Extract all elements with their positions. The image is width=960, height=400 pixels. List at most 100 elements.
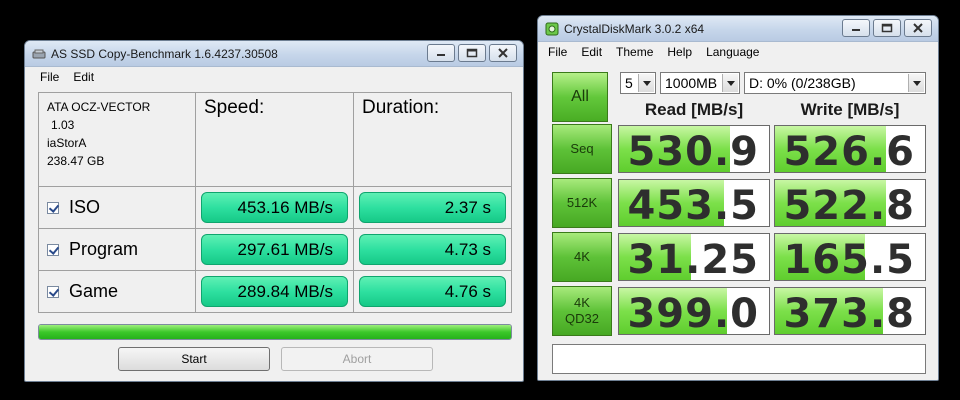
menubar: File Edit [25,67,523,87]
size-select[interactable]: 1000MB [660,72,740,94]
program-speed: 297.61 MB/s [201,234,348,265]
4k-qd32-read-score: 399.0 [618,287,770,335]
iso-speed-cell: 453.16 MB/s [195,186,354,229]
program-duration: 4.73 s [359,234,506,265]
disk-icon [545,22,559,36]
drive-model: ATA OCZ-VECTOR [47,100,151,114]
seq-read-value: 530.9 [627,129,759,173]
4k-read-value: 31.25 [627,237,759,281]
close-icon [913,23,923,33]
game-duration: 4.76 s [359,276,506,307]
menubar: File Edit Theme Help Language [538,42,938,62]
as-ssd-window: AS SSD Copy-Benchmark 1.6.4237.30508 Fil… [24,40,524,382]
4k-qd32-label-line1: 4K [574,295,590,310]
menu-help[interactable]: Help [660,45,699,59]
seq-label: Seq [570,141,594,156]
4k-write-score: 165.5 [774,233,926,281]
program-checkbox[interactable] [47,243,59,256]
menu-file[interactable]: File [541,45,574,59]
4k-write-value: 165.5 [783,237,915,281]
read-header: Read [MB/s] [644,100,744,119]
game-speed: 289.84 MB/s [201,276,348,307]
512k-test-button[interactable]: 512K [552,178,612,228]
drive-value: D: 0% (0/238GB) [749,75,856,91]
iso-label: ISO [69,197,101,217]
seq-write-value: 526.6 [783,129,915,173]
progress-fill [39,325,511,339]
program-duration-cell: 4.73 s [353,228,512,271]
drive-info-panel: ATA OCZ-VECTOR 1.03 iaStorA 238.47 GB [38,92,196,187]
4k-qd32-write-score: 373.8 [774,287,926,335]
window-title: CrystalDiskMark 3.0.2 x64 [564,22,705,36]
game-label: Game [69,281,119,301]
menu-edit[interactable]: Edit [66,70,101,84]
all-button[interactable]: All [552,72,608,122]
menu-edit[interactable]: Edit [574,45,609,59]
crystaldiskmark-window: CrystalDiskMark 3.0.2 x64 File Edit Them… [537,15,939,381]
game-duration-cell: 4.76 s [353,270,512,313]
4k-label: 4K [574,249,590,264]
seq-read-score: 530.9 [618,125,770,173]
minimize-button[interactable] [842,19,870,37]
minimize-icon [852,29,860,31]
abort-button[interactable]: Abort [281,347,433,371]
drive-size: 238.47 GB [47,154,105,168]
results-grid: ATA OCZ-VECTOR 1.03 iaStorA 238.47 GB Sp… [38,92,512,351]
iso-checkbox[interactable] [47,201,59,214]
minimize-button[interactable] [427,44,455,62]
close-icon [498,48,508,58]
count-value: 5 [625,75,633,91]
chevron-down-icon [908,74,924,92]
start-button[interactable]: Start [118,347,270,371]
seq-write-score: 526.6 [774,125,926,173]
maximize-button[interactable] [873,19,901,37]
512k-label: 512K [566,195,598,210]
4k-test-button[interactable]: 4K [552,232,612,282]
512k-write-score: 522.8 [774,179,926,227]
cdm-body: All 5 1000MB D: 0% (0/238GB) Read [MB/s]… [538,62,938,380]
size-value: 1000MB [665,75,718,91]
window-title: AS SSD Copy-Benchmark 1.6.4237.30508 [51,47,278,61]
4k-qd32-test-button[interactable]: 4K QD32 [552,286,612,336]
duration-header: Duration: [353,92,512,187]
4k-qd32-write-value: 373.8 [783,291,915,335]
menu-language[interactable]: Language [699,45,766,59]
close-button[interactable] [904,19,932,37]
minimize-icon [437,54,445,56]
as-ssd-titlebar[interactable]: AS SSD Copy-Benchmark 1.6.4237.30508 [25,41,523,67]
drive-select[interactable]: D: 0% (0/238GB) [744,72,926,94]
512k-read-score: 453.5 [618,179,770,227]
close-button[interactable] [489,44,517,62]
row-iso-label: ISO [38,186,196,229]
512k-read-value: 453.5 [627,183,759,227]
game-checkbox[interactable] [47,285,59,298]
write-header: Write [MB/s] [800,100,900,119]
menu-file[interactable]: File [33,70,66,84]
menu-theme[interactable]: Theme [609,45,660,59]
maximize-icon [466,48,478,58]
progress-bar [38,324,512,340]
seq-test-button[interactable]: Seq [552,124,612,174]
iso-duration-cell: 2.37 s [353,186,512,229]
game-speed-cell: 289.84 MB/s [195,270,354,313]
row-program-label: Program [38,228,196,271]
drive-icon [32,49,46,59]
program-label: Program [69,239,139,259]
maximize-button[interactable] [458,44,486,62]
4k-qd32-read-value: 399.0 [627,291,759,335]
iso-speed: 453.16 MB/s [201,192,348,223]
maximize-icon [881,23,893,33]
iso-duration: 2.37 s [359,192,506,223]
4k-read-score: 31.25 [618,233,770,281]
4k-qd32-label-line2: QD32 [565,311,599,326]
512k-write-value: 522.8 [783,183,915,227]
comment-field[interactable] [552,344,926,374]
row-game-label: Game [38,270,196,313]
cdm-titlebar[interactable]: CrystalDiskMark 3.0.2 x64 [538,16,938,42]
drive-driver: iaStorA [47,136,87,150]
chevron-down-icon [722,74,738,92]
drive-firmware: 1.03 [51,118,75,132]
program-speed-cell: 297.61 MB/s [195,228,354,271]
count-select[interactable]: 5 [620,72,656,94]
speed-header: Speed: [195,92,354,187]
